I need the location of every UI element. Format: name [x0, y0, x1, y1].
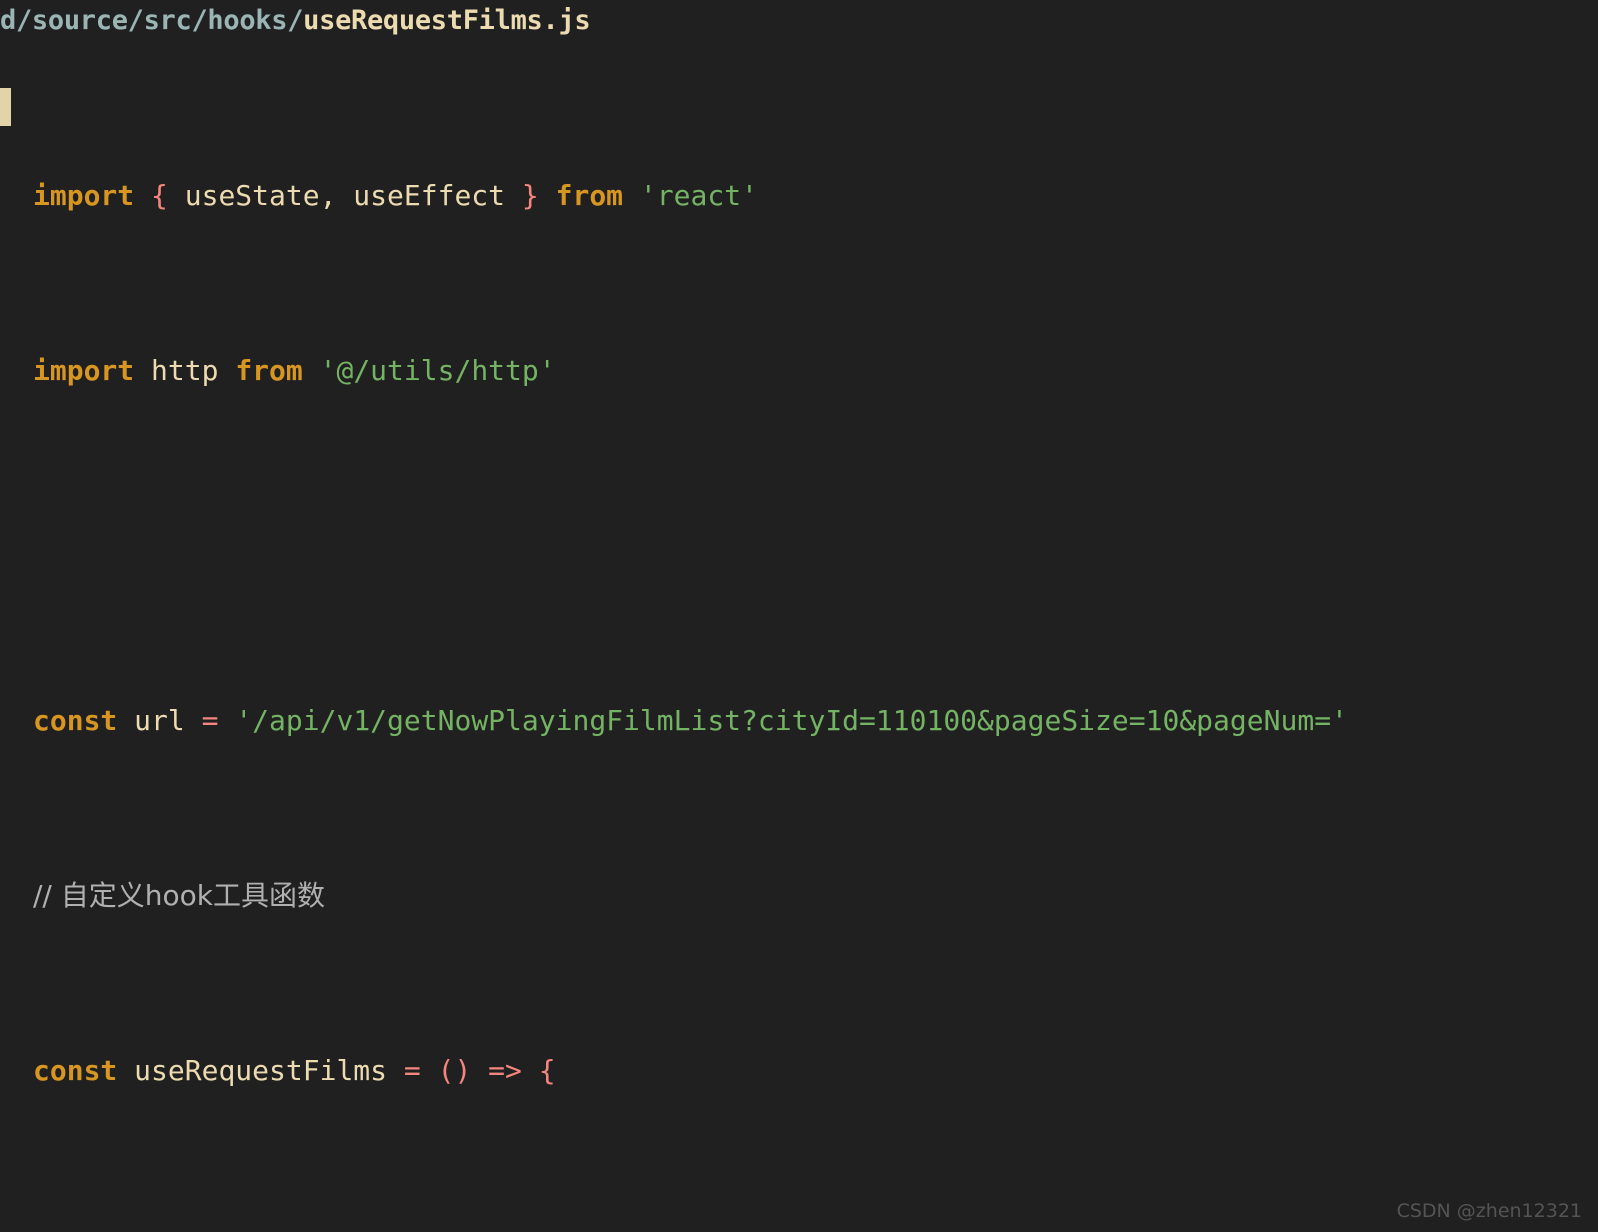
token-identifier-url: url	[117, 704, 202, 737]
token-identifier-hook-name: useRequestFilms	[117, 1054, 404, 1087]
token-keyword-from: from	[555, 179, 624, 212]
token-paren-empty: ()	[420, 1054, 489, 1087]
token-string-api-url: '/api/v1/getNowPlayingFilmList?cityId=11…	[235, 704, 1348, 737]
token-keyword-import: import	[33, 354, 135, 387]
code-line: import http from '@/utils/http'	[0, 349, 1598, 392]
token-brace-close: }	[521, 179, 539, 212]
code-line: import { useState, useEffect } from 'rea…	[0, 174, 1598, 217]
token-brace-open: {	[151, 179, 168, 212]
token-keyword-const: const	[33, 1054, 118, 1087]
token-imported-names: useState, useEffect	[167, 179, 522, 212]
token-operator-assign: =	[403, 1054, 421, 1087]
token-keyword-const: const	[33, 704, 118, 737]
token-string-module: 'react'	[639, 179, 758, 212]
code-line: let [data, setData] = useState([])	[0, 1224, 1598, 1232]
token-keyword-import: import	[33, 179, 135, 212]
token-identifier-http: http	[134, 354, 236, 387]
file-name: useRequestFilms.js	[303, 5, 591, 36]
token-arrow: =>	[488, 1054, 522, 1087]
code-line: const url = '/api/v1/getNowPlayingFilmLi…	[0, 699, 1598, 742]
code-line: // 自定义hook工具函数	[0, 874, 1598, 917]
editor-file-path-title: d/source/src/hooks/useRequestFilms.js	[0, 0, 591, 42]
code-area[interactable]: import { useState, useEffect } from 'rea…	[0, 42, 1598, 1232]
token-keyword-from: from	[235, 354, 303, 387]
token-string-module: '@/utils/http'	[319, 354, 556, 387]
token-operator-assign: =	[201, 704, 219, 737]
token-comment-chinese: // 自定义hook工具函数	[33, 879, 325, 912]
code-line: const useRequestFilms = () => {	[0, 1049, 1598, 1092]
token-brace-open: {	[521, 1054, 556, 1087]
file-path-prefix: d/source/src/hooks/	[0, 5, 304, 36]
csdn-watermark: CSDN @zhen12321	[1396, 1200, 1582, 1222]
code-editor-screenshot: d/source/src/hooks/useRequestFilms.js im…	[0, 0, 1598, 1232]
